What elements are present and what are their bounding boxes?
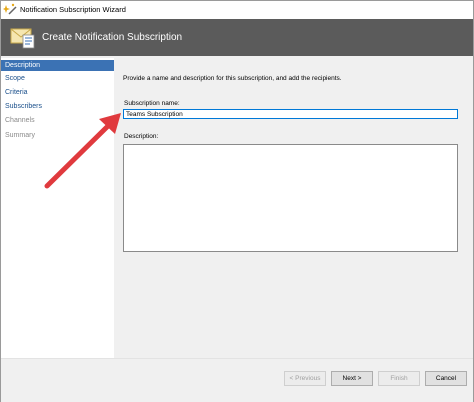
sidebar-item-scope[interactable]: Scope bbox=[1, 73, 114, 84]
sidebar-item-subscribers[interactable]: Subscribers bbox=[1, 101, 114, 112]
sidebar-item-description[interactable]: Description bbox=[1, 60, 114, 71]
wizard-sidebar: Description Scope Criteria Subscribers C… bbox=[1, 58, 114, 358]
sidebar-item-summary: Summary bbox=[5, 132, 35, 139]
finish-button[interactable]: Finish bbox=[378, 371, 420, 386]
wizard-window: Notification Subscription Wizard Create … bbox=[0, 0, 474, 402]
intro-text: Provide a name and description for this … bbox=[123, 75, 342, 82]
subscription-name-label: Subscription name: bbox=[124, 100, 180, 107]
main-panel: Provide a name and description for this … bbox=[115, 58, 473, 358]
page-title: Create Notification Subscription bbox=[42, 32, 183, 43]
wizard-header: Create Notification Subscription bbox=[1, 19, 473, 56]
wizard-footer: < Previous Next > Finish Cancel bbox=[1, 358, 473, 402]
notification-envelope-icon bbox=[10, 28, 35, 49]
cancel-button[interactable]: Cancel bbox=[425, 371, 467, 386]
description-label: Description: bbox=[124, 133, 159, 140]
title-bar: Notification Subscription Wizard bbox=[1, 1, 473, 19]
previous-button[interactable]: < Previous bbox=[284, 371, 326, 386]
sidebar-item-channels: Channels bbox=[5, 117, 35, 124]
window-title: Notification Subscription Wizard bbox=[20, 5, 126, 14]
sidebar-item-criteria[interactable]: Criteria bbox=[1, 87, 114, 98]
wizard-sparkle-icon bbox=[3, 3, 17, 15]
description-textarea[interactable] bbox=[123, 144, 458, 252]
subscription-name-input[interactable] bbox=[123, 109, 458, 119]
next-button[interactable]: Next > bbox=[331, 371, 373, 386]
